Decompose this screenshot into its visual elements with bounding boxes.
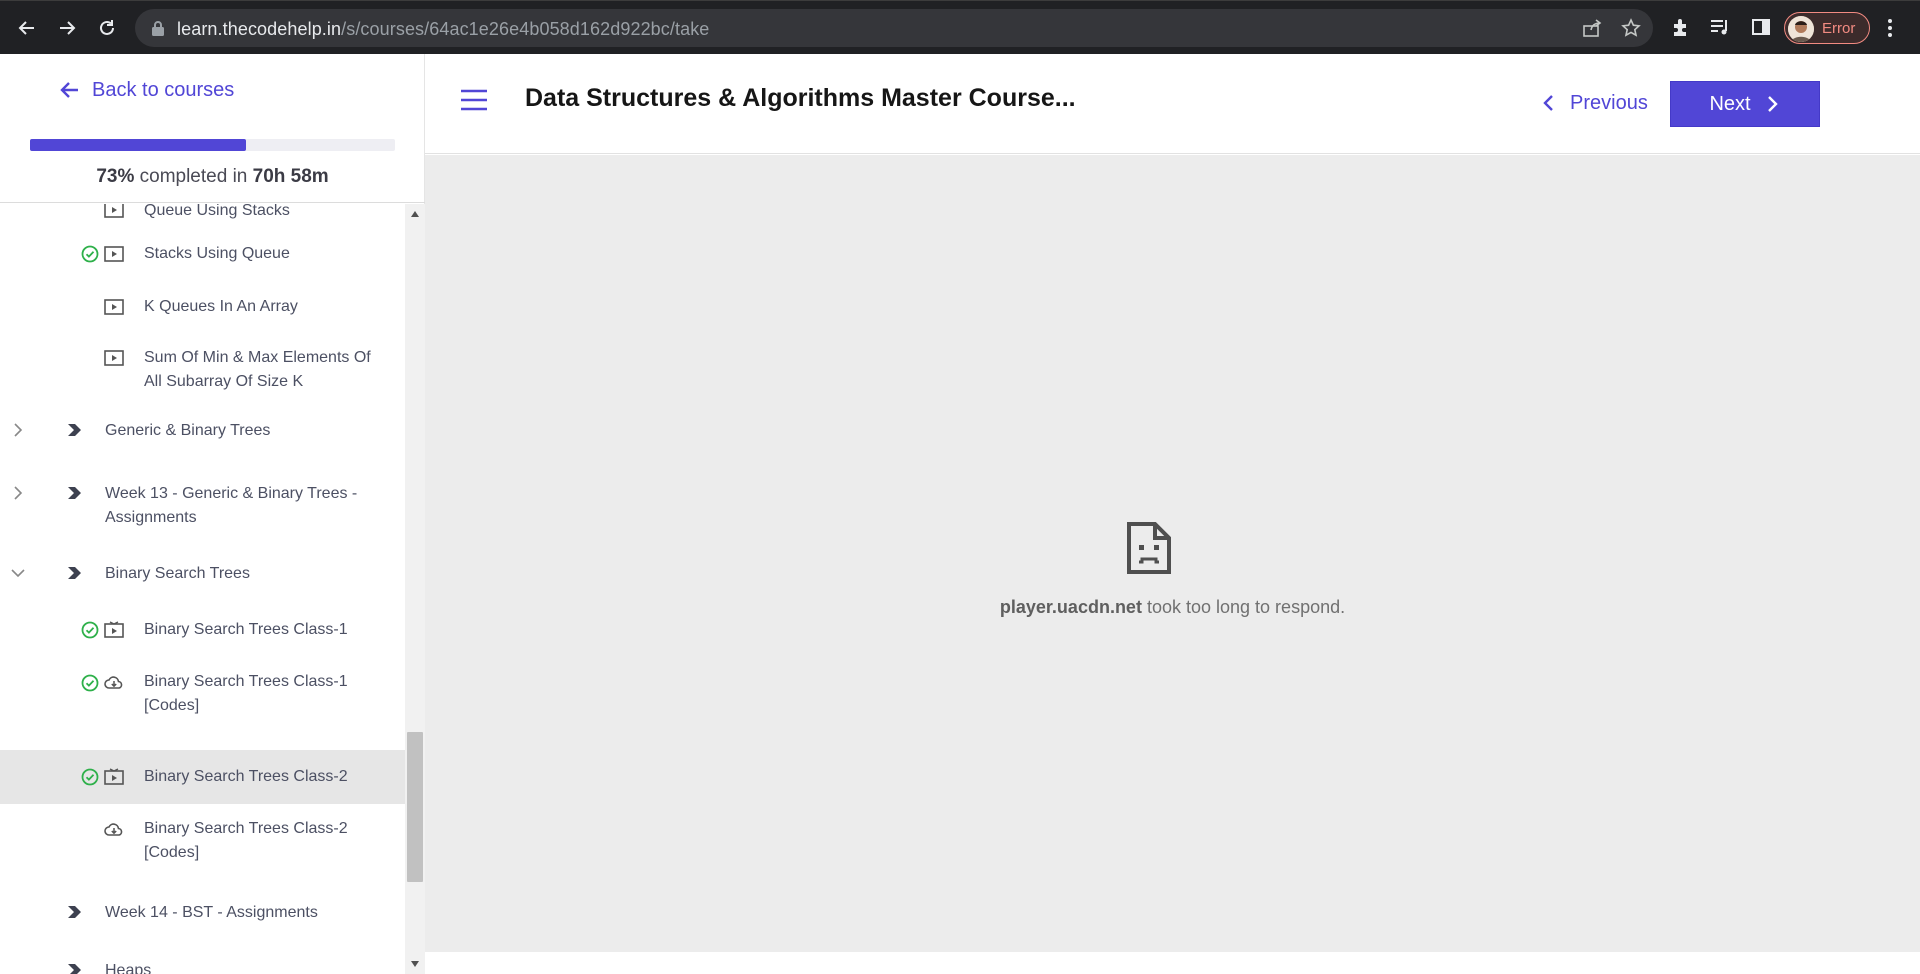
- progress-summary: 73% completed in 70h 58m: [0, 166, 425, 188]
- section-header[interactable]: Binary Search Trees: [0, 546, 405, 604]
- course-progress-fill: [30, 139, 247, 151]
- video-icon: [104, 350, 124, 366]
- section-title: Week 14 - BST - Assignments: [105, 904, 318, 921]
- media-queue-icon[interactable]: [1709, 16, 1731, 38]
- lecture-title: Stacks Using Queue: [144, 245, 290, 262]
- back-arrow-icon[interactable]: [13, 14, 41, 42]
- section-marker-icon: [68, 424, 81, 436]
- lecture-item[interactable]: K Queues In An Array: [0, 280, 405, 332]
- lock-icon: [152, 21, 164, 36]
- chevron-down-icon: [11, 569, 25, 578]
- lecture-title: Binary Search Trees Class-1 [Codes]: [144, 673, 348, 714]
- course-sidebar: Back to courses 73% completed in 70h 58m…: [0, 54, 425, 974]
- share-icon[interactable]: [1582, 18, 1602, 38]
- section-marker-icon: [68, 906, 81, 918]
- side-panel-icon[interactable]: [1750, 16, 1772, 38]
- browser-toolbar: learn.thecodehelp.in/s/courses/64ac1e26e…: [0, 0, 1920, 54]
- section-header[interactable]: Week 14 - BST - Assignments: [0, 884, 405, 940]
- section-marker-icon: [68, 487, 81, 499]
- lecture-title: K Queues In An Array: [144, 298, 298, 315]
- scrollbar-thumb[interactable]: [407, 732, 423, 882]
- section-header[interactable]: Week 13 - Generic & Binary Trees - Assig…: [0, 466, 405, 546]
- completed-check-icon: [81, 245, 99, 263]
- section-marker-icon: [68, 964, 81, 974]
- section-title: Generic & Binary Trees: [105, 422, 271, 439]
- video-icon: [104, 768, 124, 785]
- sidebar-scrollbar[interactable]: [405, 204, 425, 974]
- lecture-item[interactable]: Binary Search Trees Class-1: [0, 604, 405, 656]
- section-header[interactable]: Heaps: [0, 940, 405, 974]
- error-message: player.uacdn.net took too long to respon…: [425, 597, 1920, 618]
- cloud-download-icon: [104, 676, 123, 689]
- course-title: Data Structures & Algorithms Master Cour…: [525, 84, 1076, 112]
- video-icon: [104, 299, 124, 315]
- profile-error-label: Error: [1822, 20, 1856, 37]
- completed-check-icon: [81, 674, 99, 692]
- previous-button[interactable]: Previous: [1540, 80, 1648, 126]
- next-label: Next: [1709, 92, 1751, 115]
- section-title: Heaps: [105, 962, 152, 974]
- progress-time: 70h 58m: [252, 166, 329, 187]
- lecture-title: Binary Search Trees Class-2: [144, 768, 348, 785]
- more-menu-icon[interactable]: [1885, 17, 1895, 39]
- arrow-left-icon: [60, 82, 78, 98]
- lecture-topbar: Data Structures & Algorithms Master Cour…: [425, 54, 1920, 154]
- lecture-item[interactable]: Sum Of Min & Max Elements Of All Subarra…: [0, 332, 405, 404]
- section-title: Week 13 - Generic & Binary Trees - Assig…: [105, 485, 358, 526]
- url-path: /s/courses/64ac1e26e4b058d162d922bc/take: [341, 19, 710, 39]
- error-text: took too long to respond.: [1146, 597, 1346, 617]
- lecture-item[interactable]: Stacks Using Queue: [0, 228, 405, 280]
- section-header[interactable]: Generic & Binary Trees: [0, 404, 405, 466]
- lecture-content-frame: player.uacdn.net took too long to respon…: [425, 155, 1920, 952]
- profile-error-button[interactable]: Error: [1784, 12, 1870, 44]
- lecture-title: Binary Search Trees Class-2 [Codes]: [144, 820, 348, 861]
- chevron-left-icon: [1543, 95, 1553, 111]
- url-host: learn.thecodehelp.in: [177, 19, 342, 39]
- previous-label: Previous: [1570, 91, 1648, 114]
- hamburger-menu-icon[interactable]: [460, 88, 488, 112]
- url-text: learn.thecodehelp.in/s/courses/64ac1e26e…: [177, 19, 709, 40]
- extensions-puzzle-icon[interactable]: [1670, 16, 1692, 38]
- lecture-list: Queue Using Stacks Stacks Using Queue K …: [0, 204, 405, 974]
- content-footer: [425, 952, 1920, 974]
- error-host: player.uacdn.net: [999, 597, 1142, 617]
- reload-icon[interactable]: [93, 14, 121, 42]
- lecture-title: Sum Of Min & Max Elements Of All Subarra…: [144, 349, 371, 390]
- progress-middle-text: completed in: [139, 166, 248, 187]
- section-title: Binary Search Trees: [105, 565, 250, 582]
- completed-check-icon: [81, 621, 99, 639]
- chevron-right-icon: [14, 423, 23, 437]
- lecture-title: Queue Using Stacks: [144, 204, 290, 219]
- course-progress-bar: [30, 139, 395, 151]
- cloud-download-icon: [104, 823, 123, 836]
- progress-percent: 73%: [96, 166, 135, 187]
- chevron-right-icon: [1767, 96, 1778, 112]
- lecture-item[interactable]: Binary Search Trees Class-1 [Codes]: [0, 656, 405, 734]
- lecture-item-active[interactable]: Binary Search Trees Class-2: [0, 750, 405, 804]
- lecture-title: Binary Search Trees Class-1: [144, 621, 348, 638]
- next-button[interactable]: Next: [1670, 81, 1820, 127]
- section-marker-icon: [68, 567, 81, 579]
- video-icon: [104, 204, 124, 218]
- video-icon: [104, 246, 124, 262]
- video-icon: [104, 621, 124, 638]
- completed-check-icon: [81, 768, 99, 786]
- sidebar-header: Back to courses 73% completed in 70h 58m: [0, 54, 425, 203]
- star-bookmark-icon[interactable]: [1621, 18, 1641, 38]
- lecture-item[interactable]: Queue Using Stacks: [0, 204, 405, 228]
- address-bar[interactable]: learn.thecodehelp.in/s/courses/64ac1e26e…: [135, 9, 1653, 47]
- forward-arrow-icon[interactable]: [53, 14, 81, 42]
- back-to-courses-label: Back to courses: [92, 78, 235, 101]
- scroll-up-arrow-icon[interactable]: [410, 210, 420, 218]
- lecture-item[interactable]: Binary Search Trees Class-2 [Codes]: [0, 804, 405, 884]
- chevron-right-icon: [14, 486, 23, 500]
- sad-document-icon: [1127, 522, 1171, 574]
- avatar: [1788, 16, 1814, 42]
- back-to-courses-link[interactable]: Back to courses: [58, 78, 234, 102]
- scroll-down-arrow-icon[interactable]: [410, 960, 420, 968]
